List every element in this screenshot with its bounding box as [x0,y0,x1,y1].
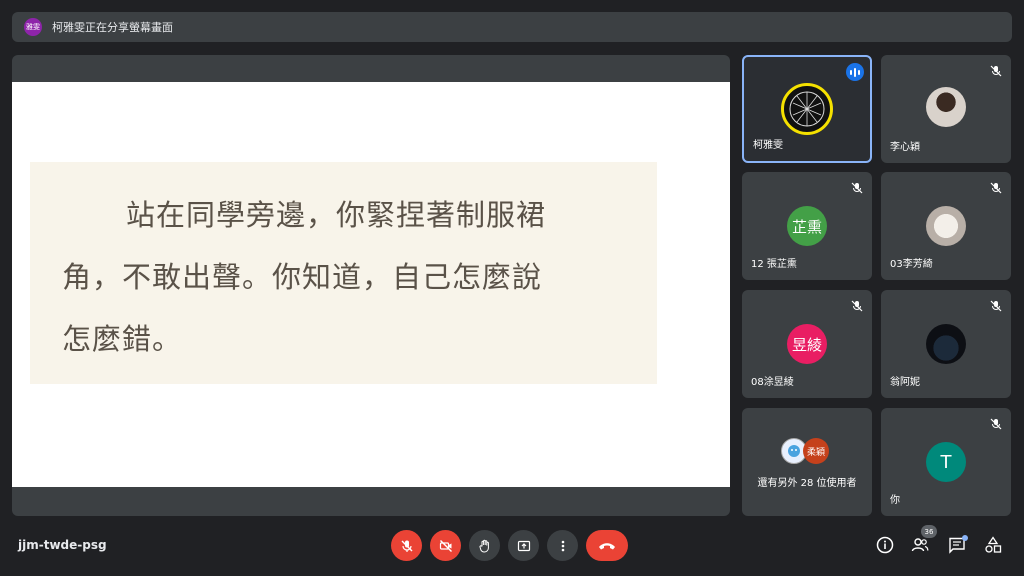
camera-toggle-button[interactable] [430,530,461,561]
presenter-avatar: 雅雯 [24,18,42,36]
hang-up-icon [599,542,615,549]
photo-icon [926,324,966,364]
info-icon [876,536,894,554]
meeting-code: jjm-twde-psg [18,538,107,552]
avatar-stack: 柔穎 [781,438,833,464]
avatar: T [926,442,966,482]
more-participants-tile[interactable]: 柔穎 還有另外 28 位使用者 [742,408,872,516]
people-button[interactable] [910,535,930,555]
chat-notification-dot [962,535,968,541]
mic-toggle-button[interactable] [391,530,422,561]
raise-hand-button[interactable] [469,530,500,561]
participant-tile[interactable]: 03李芳綺 [881,172,1011,280]
participant-name: 08涂昱綾 [751,377,794,388]
shared-screen[interactable]: 站在同學旁邊，你緊捏著制服裙 角，不敢出聲。你知道，自己怎麼說 怎麼錯。 [12,55,730,516]
logo-icon [781,83,833,135]
more-options-button[interactable] [547,530,578,561]
photo-icon [926,87,966,127]
avatar: 昱綾 [787,324,827,364]
participant-tile[interactable]: 昱綾 08涂昱綾 [742,290,872,398]
participant-tile[interactable]: 翁阿妮 [881,290,1011,398]
avatar: 芷熏 [787,206,827,246]
mic-off-icon [988,416,1004,432]
photo-icon [926,206,966,246]
participant-name: 柯雅雯 [753,140,783,151]
participant-tile-presenter[interactable]: 柯雅雯 [742,55,872,163]
more-vert-icon [561,540,564,551]
sharing-banner: 雅雯 柯雅雯正在分享螢幕畫面 [12,12,1012,42]
mic-off-icon [988,298,1004,314]
camera-off-icon [439,539,452,552]
slide-line-2: 角，不敢出聲。你知道，自己怎麼說 [62,260,543,294]
hand-icon [478,539,489,553]
participant-name: 李心穎 [890,142,920,153]
mic-off-icon [849,180,865,196]
leave-call-button[interactable] [586,530,628,561]
activities-icon [985,536,1002,553]
self-tile[interactable]: T 你 [881,408,1011,516]
avatar: 柔穎 [803,438,829,464]
participant-name: 你 [890,495,900,506]
meeting-info-button[interactable] [875,535,895,555]
people-icon [911,538,929,552]
slide-line-3: 怎麼錯。 [62,322,183,356]
mic-off-icon [849,298,865,314]
mic-off-icon [988,63,1004,79]
participant-tile[interactable]: 芷熏 12 張芷熏 [742,172,872,280]
mic-off-icon [988,180,1004,196]
activities-button[interactable] [983,535,1003,555]
slide-text-card: 站在同學旁邊，你緊捏著制服裙 角，不敢出聲。你知道，自己怎麼說 怎麼錯。 [30,162,657,384]
participant-name: 03李芳綺 [890,259,933,270]
mic-off-icon [401,540,412,552]
present-icon [517,540,530,551]
present-screen-button[interactable] [508,530,539,561]
participant-name: 翁阿妮 [890,377,920,388]
people-count-badge: 36 [921,525,937,538]
more-participants-label: 還有另外 28 位使用者 [757,478,857,489]
speaking-indicator-icon [846,63,864,81]
participant-name: 12 張芷熏 [751,259,797,270]
sharing-text: 柯雅雯正在分享螢幕畫面 [52,21,173,34]
slide-line-1: 站在同學旁邊，你緊捏著制服裙 [126,198,547,232]
participant-tile[interactable]: 李心穎 [881,55,1011,163]
